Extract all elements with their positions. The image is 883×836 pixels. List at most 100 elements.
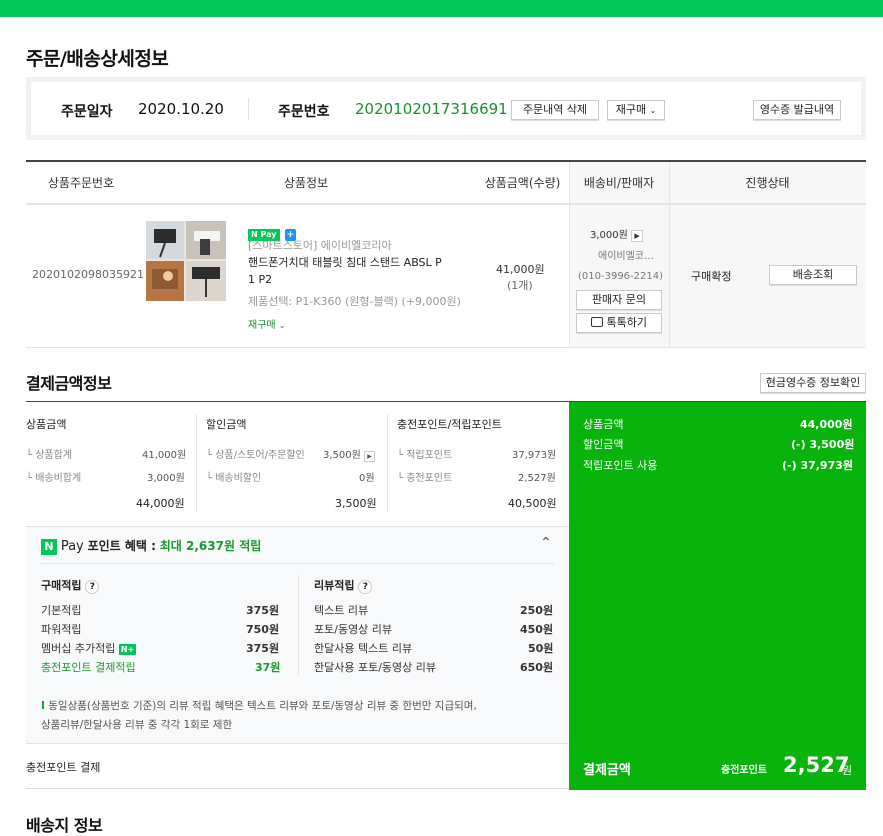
product-table: 상품주문번호 상품정보 상품금액(수량) 배송비/판매자 진행상태 202010… [26,160,866,348]
max-points-highlight: 최대 2,637원 적립 [159,539,262,553]
divider [196,414,197,512]
header-order-no: 상품주문번호 [26,162,136,204]
purchase-row-value: 37원 [255,661,281,674]
review-row-value: 650원 [520,661,554,674]
summary-label: 적립포인트 사용 [583,459,658,472]
chat-icon [591,317,603,327]
order-info-box: 주문일자 2020.10.20 주문번호 2020102017316691 주문… [26,77,866,140]
divider [298,575,299,675]
purchase-row-value: 375원 [246,642,280,655]
order-status: 구매확정 [691,270,732,283]
col-discount-title: 할인금액 [206,418,247,431]
divider [41,563,554,564]
final-payment-unit: 원 [842,764,853,777]
summary-label: 상품금액 [583,418,624,431]
header-product-info: 상품정보 [136,162,476,204]
final-payment-label: 결제금액 [583,763,631,778]
seller-phone: (010-3996-2214) [578,271,664,282]
receipt-history-button[interactable]: 영수증 발급내역 [753,100,841,120]
shipping-total-value: 3,000원 [147,473,185,484]
seller-inquiry-button[interactable]: 판매자 문의 [576,290,662,310]
rebuy-button-label: 재구매 [615,103,647,116]
header-shipping-seller: 배송비/판매자 [569,162,669,204]
page-title: 주문/배송상세정보 [26,48,169,70]
shipping-fee: 3,000원 ▶ [590,226,644,242]
header-status: 진행상태 [669,162,866,204]
benefit-header[interactable]: N Pay 포인트 혜택 : 최대 2,637원 적립 [41,537,261,555]
help-icon[interactable]: ? [85,580,100,594]
chevron-up-icon[interactable]: ⌃ [540,535,552,551]
product-qty: (1개) [507,279,533,292]
talktalk-button[interactable]: 톡톡하기 [576,313,662,333]
rebuy-link-label: 재구매 [248,320,276,331]
payment-info: 상품금액 └ 상품합계 41,000원 └ 배송비합계 3,000원 44,00… [26,401,866,790]
header-divider [26,204,866,205]
payment-summary-panel: 상품금액 44,000원 할인금액 (-) 3,500원 적립포인트 사용 (-… [569,402,866,790]
charge-points-value: 2,527원 [518,473,556,484]
summary-value: (-) 3,500원 [791,438,855,451]
product-thumbnail[interactable] [146,221,226,301]
order-date-label: 주문일자 [61,104,113,120]
review-row-value: 250원 [520,604,554,617]
summary-label: 할인금액 [583,438,624,451]
arrow-right-icon[interactable]: ▶ [364,451,376,462]
reward-points-value: 37,973원 [512,450,557,461]
row-divider [26,347,866,348]
purchase-row-label: 충전포인트 결제적립 [41,661,136,674]
summary-value: 44,000원 [800,418,853,431]
order-number-label: 주문번호 [278,104,330,120]
delete-order-button[interactable]: 주문내역 삭제 [511,100,599,120]
product-option: 제품선택: P1-K360 (원형-블랙) (+9,000원) [248,295,461,308]
discount-value: 3,500원 ▶ [323,446,376,462]
charge-points-label: └ 충전포인트 [397,473,453,484]
order-date-value: 2020.10.20 [138,100,224,118]
seller-name[interactable]: 에이비엘코… [598,247,654,262]
final-payment-amount: 2,527 [783,753,850,777]
purchase-row-value: 750원 [246,623,280,636]
purchase-row-label: 멤버십 추가적립 N+ [41,642,137,655]
review-notice-line2: 상품리뷰/한달사용 리뷰 중 각각 1회로 제한 [41,719,233,731]
header-price: 상품금액(수량) [476,162,569,204]
review-row-value: 50원 [528,642,554,655]
npay-logo: N [41,539,57,555]
arrow-right-icon[interactable]: ▶ [631,230,644,242]
shipping-fee-value: 3,000원 [590,230,628,241]
product-name-line1[interactable]: 핸드폰거치대 태블릿 침대 스탠드 ABSL P [248,254,442,270]
order-number-value: 2020102017316691 [355,100,508,118]
chevron-down-icon: ⌄ [278,321,286,330]
cash-receipt-button[interactable]: 현금영수증 정보확인 [760,373,866,393]
talktalk-label: 톡톡하기 [606,316,647,329]
product-total-label: └ 상품합계 [26,450,73,461]
col-product-amount-title: 상품금액 [26,418,67,431]
final-payment-sub: 충전포인트 [721,765,767,776]
col-divider [669,162,670,347]
shipping-discount-value: 0원 [359,473,375,484]
purchase-points-title: 구매적립 ? [41,577,100,594]
rebuy-button[interactable]: 재구매 ⌄ [607,100,665,120]
purchase-row-label: 파워적립 [41,623,82,636]
shipping-section-title: 배송지 정보 [26,816,103,835]
col-divider [569,162,570,347]
point-benefit-box: N Pay 포인트 혜택 : 최대 2,637원 적립 ⌃ 구매적립 ? 기본적… [26,526,569,744]
review-row-value: 450원 [520,623,554,636]
divider [248,98,249,120]
npay-plus-icon: N+ [118,644,137,655]
purchase-row-label: 기본적립 [41,604,82,617]
col-points-title: 충전포인트/적립포인트 [397,418,502,431]
discount-label: └ 상품/스토어/주문할인 [206,450,305,461]
review-points-title: 리뷰적립 ? [314,577,373,594]
shipping-discount-label: └ 배송비할인 [206,473,262,484]
summary-value: (-) 37,973원 [782,459,854,472]
col1-total: 44,000원 [136,497,185,510]
product-name-line2[interactable]: 1 P2 [248,273,272,286]
payment-section-title: 결제금액정보 [26,374,112,393]
track-delivery-button[interactable]: 배송조회 [769,265,857,285]
product-total-value: 41,000원 [142,450,187,461]
rebuy-link[interactable]: 재구매 ⌄ [248,316,286,331]
help-icon[interactable]: ? [358,580,373,594]
purchase-row-value: 375원 [246,604,280,617]
top-green-bar [0,0,883,17]
chevron-down-icon: ⌄ [649,106,657,115]
col2-total: 3,500원 [335,497,377,510]
store-name[interactable]: [스마트스토어] 에이비엘코리아 [248,237,392,253]
